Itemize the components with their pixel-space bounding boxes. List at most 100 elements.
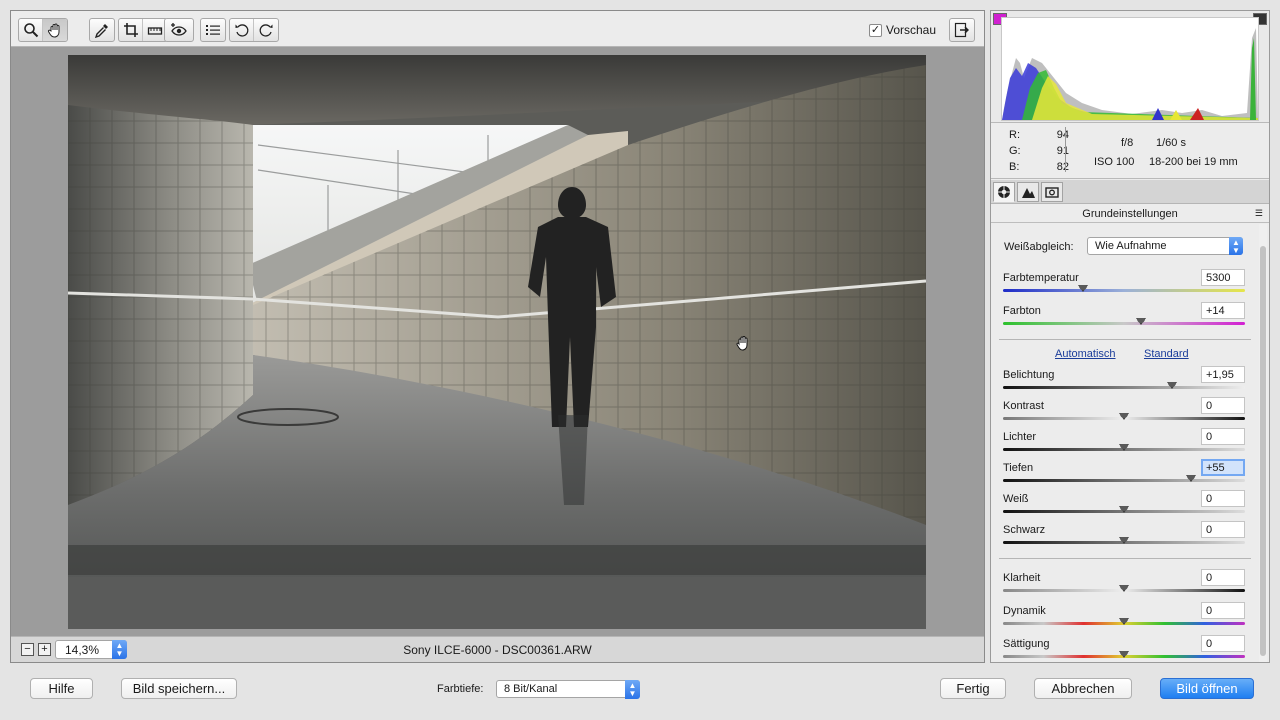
slider-farbtemperatur: Farbtemperatur 5300 — [1003, 269, 1245, 302]
red-eye-tool-button[interactable] — [165, 19, 193, 41]
rotate-right-button[interactable] — [254, 19, 278, 41]
slider-value-input[interactable]: 5300 — [1201, 269, 1245, 286]
bit-depth-select[interactable]: 8 Bit/Kanal ▲ ▼ — [496, 680, 640, 699]
slider-value-input[interactable]: 0 — [1201, 490, 1245, 507]
white-balance-tool-button[interactable] — [90, 19, 114, 41]
checkmark-icon: ✓ — [870, 23, 881, 36]
eyedropper-icon — [94, 24, 108, 38]
slider-value-input[interactable]: +55 — [1201, 459, 1245, 476]
underpass-photo — [68, 55, 926, 629]
slider-thumb[interactable] — [1119, 537, 1129, 544]
scrollbar-thumb[interactable] — [1260, 246, 1266, 656]
done-button[interactable]: Fertig — [940, 678, 1006, 699]
red-readout: R: 94 — [1009, 129, 1069, 141]
info-divider — [1065, 127, 1066, 172]
slider-value-input[interactable]: +14 — [1201, 302, 1245, 319]
slider-track[interactable] — [1003, 386, 1245, 389]
tab-basic[interactable] — [993, 182, 1015, 202]
slider-thumb[interactable] — [1119, 413, 1129, 420]
slider-value-input[interactable]: +1,95 — [1201, 366, 1245, 383]
status-bar: − + 14,3% ▲ ▼ Sony ILCE-6000 - DSC00361.A… — [11, 636, 984, 662]
red-eye-icon — [171, 23, 187, 36]
bit-depth-value: 8 Bit/Kanal — [504, 683, 558, 695]
toolbar: ✓ Vorschau — [11, 11, 984, 47]
cancel-button[interactable]: Abbrechen — [1034, 678, 1132, 699]
slider-dynamik: Dynamik 0 — [1003, 602, 1245, 635]
rotate-left-icon — [235, 24, 248, 37]
magnifier-icon — [23, 23, 38, 38]
slider-value-input[interactable]: 0 — [1201, 569, 1245, 586]
slider-thumb[interactable] — [1119, 585, 1129, 592]
iso-value: ISO 100 — [1094, 156, 1135, 168]
save-image-button[interactable]: Bild speichern... — [121, 678, 237, 699]
histogram-plot — [1001, 17, 1259, 121]
preferences-tools — [200, 18, 226, 42]
mountain-icon — [1022, 188, 1035, 198]
slider-tiefen: Tiefen +55 — [1003, 459, 1245, 492]
slider-thumb[interactable] — [1185, 475, 1196, 482]
hand-tool-button[interactable] — [43, 19, 67, 41]
slider-thumb[interactable] — [1119, 444, 1129, 451]
hand-icon — [47, 23, 60, 38]
help-button[interactable]: Hilfe — [30, 678, 93, 699]
slider-value-input[interactable]: 0 — [1201, 635, 1245, 652]
slider-weiss: Weiß 0 — [1003, 490, 1245, 523]
tab-tone-curve[interactable] — [1017, 182, 1039, 202]
image-info: R: 94 G: 91 B: 82 f/8 1/60 s ISO 100 18-200… — [991, 124, 1269, 179]
slider-label: Kontrast — [1003, 400, 1044, 412]
white-balance-select[interactable]: Wie Aufnahme ▲ ▼ — [1087, 237, 1243, 255]
slider-label: Farbtemperatur — [1003, 272, 1079, 284]
slider-label: Tiefen — [1003, 462, 1034, 474]
stepper-arrows-icon: ▲ ▼ — [1229, 237, 1243, 255]
slider-label: Belichtung — [1003, 369, 1055, 381]
slider-track[interactable] — [1003, 322, 1245, 325]
slider-thumb[interactable] — [1167, 382, 1178, 389]
default-link[interactable]: Standard — [1144, 348, 1189, 360]
preview-label: Vorschau — [886, 23, 937, 37]
aperture-value: f/8 — [1121, 137, 1134, 149]
crop-tool-button[interactable] — [119, 19, 143, 41]
slider-label: Schwarz — [1003, 524, 1046, 536]
slider-track[interactable] — [1003, 479, 1245, 482]
slider-belichtung: Belichtung +1,95 — [1003, 366, 1245, 399]
slider-farbton: Farbton +14 — [1003, 302, 1245, 335]
section-title: Grundeinstellungen — [1082, 208, 1178, 220]
aperture-icon — [998, 186, 1010, 198]
auto-link[interactable]: Automatisch — [1055, 348, 1116, 360]
slider-thumb[interactable] — [1119, 618, 1129, 625]
slider-value-input[interactable]: 0 — [1201, 397, 1245, 414]
divider — [999, 558, 1251, 559]
white-balance-label: Weißabgleich: — [1004, 241, 1074, 253]
rotate-tools — [229, 18, 279, 42]
transform-tools — [118, 18, 168, 42]
green-readout: G: 91 — [1009, 145, 1069, 157]
preview-checkbox[interactable]: ✓ — [869, 23, 882, 37]
slider-thumb[interactable] — [1119, 651, 1129, 658]
slider-value-input[interactable]: 0 — [1201, 602, 1245, 619]
file-name: Sony ILCE-6000 - DSC00361.ARW — [403, 643, 592, 657]
image-canvas-area: ✓ Vorschau − + 14,3% ▲ ▼ Sony ILCE-6000 … — [10, 10, 985, 663]
preview-toggle[interactable]: ✓ Vorschau — [869, 23, 936, 37]
fullscreen-icon — [954, 22, 969, 38]
bit-depth-label: Farbtiefe: — [437, 683, 484, 695]
photo-preview[interactable] — [68, 55, 926, 629]
slider-label: Farbton — [1003, 305, 1041, 317]
zoom-tool-button[interactable] — [19, 19, 43, 41]
slider-value-input[interactable]: 0 — [1201, 428, 1245, 445]
preferences-button[interactable] — [201, 19, 225, 41]
slider-thumb[interactable] — [1135, 318, 1146, 325]
histogram-graph — [1002, 28, 1258, 120]
fullscreen-button[interactable] — [949, 18, 975, 42]
rotate-left-button[interactable] — [230, 19, 254, 41]
slider-label: Dynamik — [1003, 605, 1046, 617]
tab-camera-calibration[interactable] — [1041, 182, 1063, 202]
slider-klarheit: Klarheit 0 — [1003, 569, 1245, 602]
open-image-button[interactable]: Bild öffnen — [1160, 678, 1254, 699]
slider-value-input[interactable]: 0 — [1201, 521, 1245, 538]
panel-menu-icon[interactable]: ☰ — [1255, 209, 1263, 218]
slider-track[interactable] — [1003, 289, 1245, 292]
panel-scrollbar[interactable] — [1259, 224, 1267, 662]
slider-thumb[interactable] — [1119, 506, 1129, 513]
crop-icon — [123, 23, 138, 37]
slider-thumb[interactable] — [1077, 285, 1088, 292]
